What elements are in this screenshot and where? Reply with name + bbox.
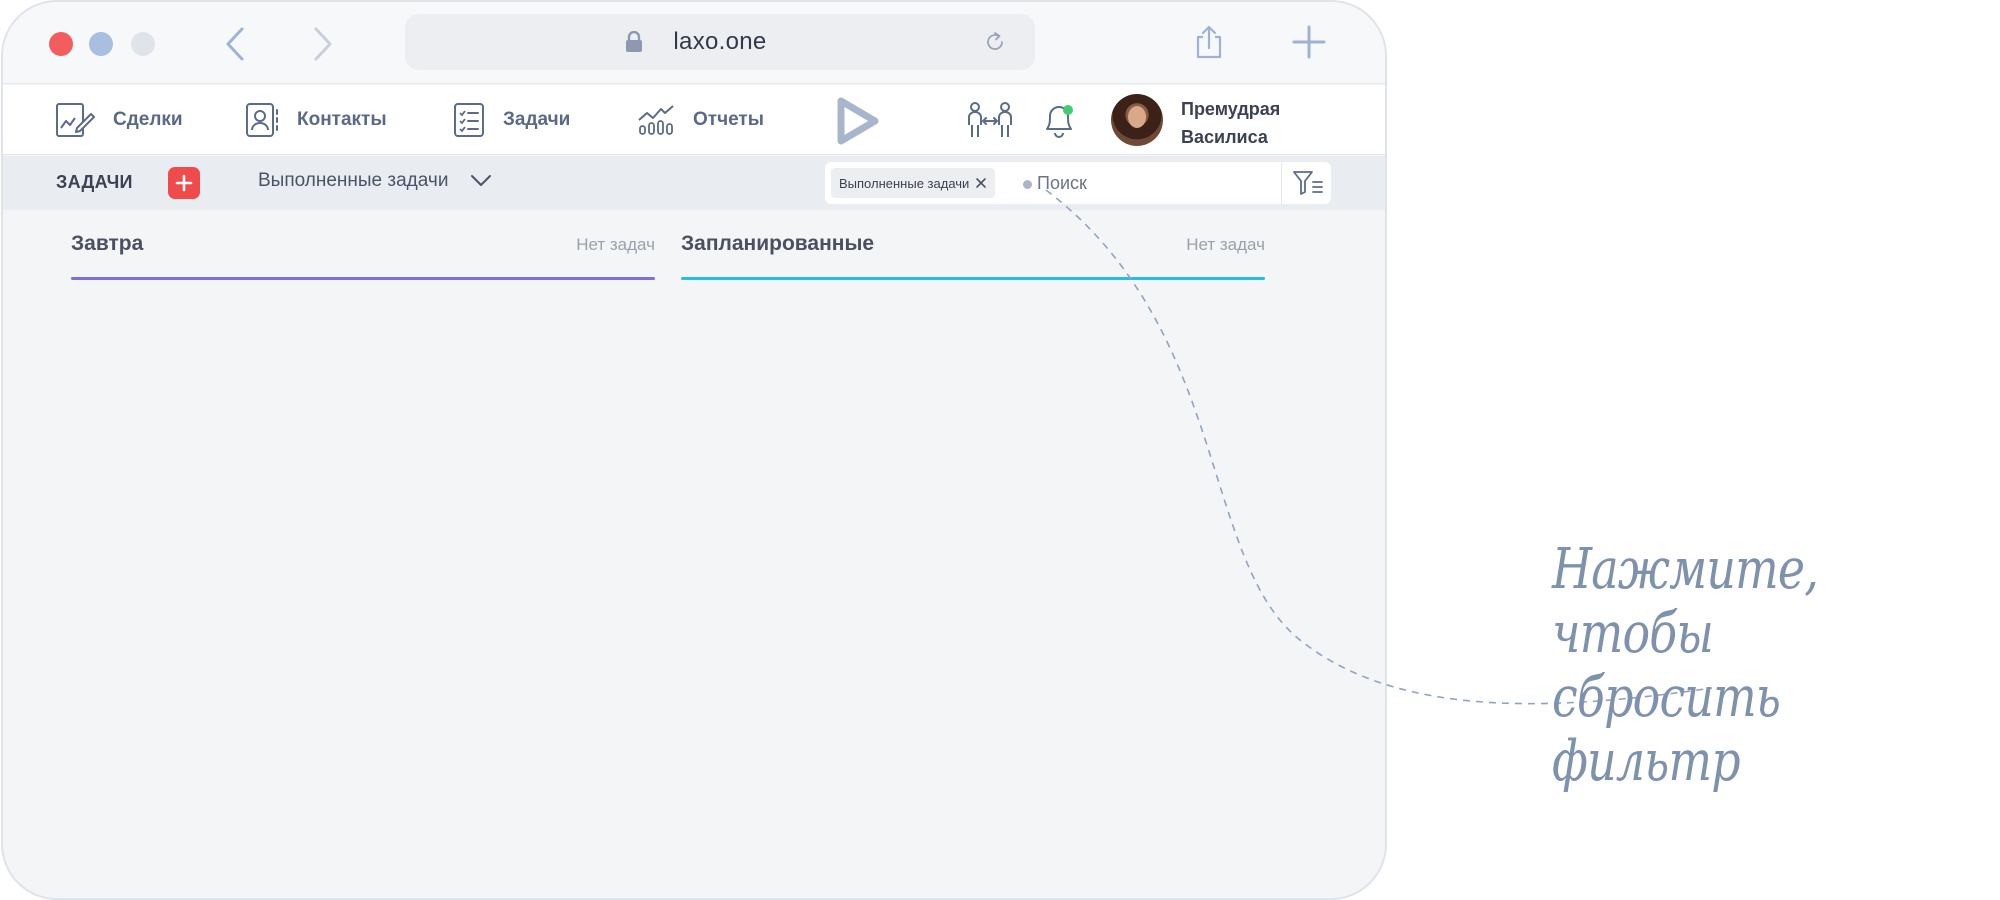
column-tomorrow: Завтра Нет задач <box>71 228 655 280</box>
column-title: Завтра <box>71 232 144 255</box>
column-title: Запланированные <box>681 232 875 255</box>
column-empty-status: Нет задач <box>1186 235 1265 254</box>
tasks-icon <box>454 103 484 137</box>
deals-icon <box>56 103 95 137</box>
chevron-right-icon <box>314 27 332 61</box>
filter-icon <box>1293 171 1323 195</box>
annotation-hint: Нажмите, чтобы сбросить фильтр <box>1552 538 1919 794</box>
chevron-down-icon <box>471 175 492 186</box>
filter-dropdown-label: Выполненные задачи <box>258 170 449 191</box>
remove-filter-button[interactable] <box>975 177 987 189</box>
url-text: laxo.one <box>673 28 767 55</box>
add-task-button[interactable] <box>168 167 200 199</box>
contacts-icon <box>246 103 278 137</box>
reports-icon <box>638 105 674 135</box>
nav-item-deals[interactable]: Сделки <box>55 85 183 155</box>
address-bar[interactable]: laxo.one <box>405 14 1035 70</box>
plus-icon <box>175 174 193 192</box>
back-button[interactable] <box>215 22 255 66</box>
column-planned: Запланированные Нет задач <box>681 228 1265 280</box>
search-input[interactable] <box>1037 168 1267 198</box>
browser-toolbar: laxo.one <box>3 2 1385 84</box>
lock-icon <box>626 31 642 52</box>
search-box: Выполненные задачи <box>825 162 1331 204</box>
filter-chip-label: Выполненные задачи <box>839 175 970 191</box>
play-icon <box>837 97 879 145</box>
tasks-toolbar: ЗАДАЧИ Выполненные задачи Выполненные за… <box>3 156 1385 210</box>
column-empty-status: Нет задач <box>576 235 655 254</box>
column-accent-line <box>681 277 1265 280</box>
play-button[interactable] <box>835 97 881 150</box>
chevron-left-icon <box>226 27 244 61</box>
advanced-filter-button[interactable] <box>1291 168 1325 198</box>
page-title: ЗАДАЧИ <box>56 172 133 192</box>
user-second-line: Василиса <box>1181 127 1268 147</box>
reload-icon[interactable] <box>983 30 1007 54</box>
user-first-line: Премудрая <box>1181 99 1281 119</box>
nav-item-label: Задачи <box>503 109 571 130</box>
nav-item-reports[interactable]: Отчеты <box>637 85 764 155</box>
nav-item-label: Сделки <box>113 109 183 130</box>
share-button[interactable] <box>1189 20 1229 64</box>
close-icon <box>976 178 987 188</box>
nav-item-label: Контакты <box>297 109 387 130</box>
user-name[interactable]: Премудрая Василиса <box>1181 95 1280 151</box>
team-button[interactable] <box>967 101 1013 144</box>
filter-dropdown[interactable]: Выполненные задачи <box>258 170 492 192</box>
close-window-button[interactable] <box>49 32 73 56</box>
forward-button[interactable] <box>303 22 343 66</box>
screenshot-canvas: laxo.one Сделки Контакты Задачи Отчеты П… <box>0 0 2000 900</box>
nav-item-contacts[interactable]: Контакты <box>245 85 387 155</box>
zoom-window-button[interactable] <box>131 32 155 56</box>
search-divider <box>1281 162 1282 204</box>
column-accent-line <box>71 277 655 280</box>
bell-icon <box>1046 105 1073 138</box>
app-navigation: Сделки Контакты Задачи Отчеты Премудрая … <box>3 85 1385 155</box>
search-cursor-dot <box>1023 180 1032 189</box>
avatar-face <box>1128 106 1146 128</box>
browser-window: laxo.one Сделки Контакты Задачи Отчеты П… <box>1 0 1387 900</box>
hint-line-2: сбросить фильтр <box>1552 665 1781 794</box>
new-tab-button[interactable] <box>1287 20 1331 64</box>
hint-line-1: Нажмите, чтобы <box>1552 537 1819 666</box>
plus-icon <box>1292 25 1326 59</box>
avatar[interactable] <box>1111 94 1163 146</box>
nav-item-label: Отчеты <box>693 109 764 130</box>
minimize-window-button[interactable] <box>89 32 113 56</box>
notifications-button[interactable] <box>1041 101 1077 144</box>
active-filter-chip[interactable]: Выполненные задачи <box>831 168 996 198</box>
nav-item-tasks[interactable]: Задачи <box>453 85 570 155</box>
people-exchange-icon <box>968 102 1012 137</box>
share-icon <box>1196 25 1222 59</box>
